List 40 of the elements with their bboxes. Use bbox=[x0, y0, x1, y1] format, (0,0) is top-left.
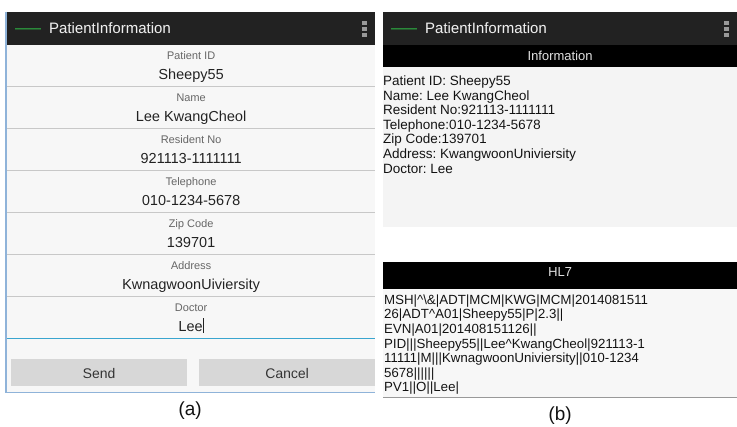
text-line: Address: KwangwoonUniviersity bbox=[383, 146, 576, 162]
action-button[interactable]: Send bbox=[11, 359, 187, 386]
text-field[interactable]: 010-1234-5678 bbox=[7, 191, 375, 213]
text-line: 26|ADT^A01|Sheepy55|P|2.3|| bbox=[384, 307, 564, 322]
text-field[interactable]: Sheepy55 bbox=[7, 65, 375, 87]
overflow-menu-icon[interactable] bbox=[362, 20, 367, 36]
action-button[interactable]: Cancel bbox=[199, 359, 375, 386]
text-line: PID|||Sheepy55||Lee^KwangCheol|921113-1 bbox=[384, 336, 645, 352]
field-label: Doctor bbox=[174, 301, 208, 316]
overflow-menu-icon[interactable] bbox=[724, 20, 729, 36]
field-label: Name bbox=[176, 91, 206, 106]
window-title: PatientInformation bbox=[49, 20, 172, 37]
field-label: Patient ID bbox=[166, 49, 216, 64]
text-field[interactable]: Lee bbox=[7, 317, 375, 339]
text-line: Doctor: Lee bbox=[383, 162, 453, 176]
text-line: 5678|||||| bbox=[384, 366, 434, 380]
window-title: PatientInformation bbox=[425, 20, 548, 37]
figure-caption: (b) bbox=[548, 404, 572, 426]
section-header: HL7 bbox=[383, 262, 737, 289]
field-label: Resident No bbox=[160, 133, 222, 148]
field-label: Address bbox=[170, 259, 212, 274]
text-line: Name: Lee KwangCheol bbox=[383, 88, 530, 104]
text-field[interactable]: 921113-1111111 bbox=[7, 149, 375, 171]
section-header: Information bbox=[383, 45, 737, 67]
text-line: Resident No:921113-1111111 bbox=[383, 103, 556, 118]
text-field[interactable]: Lee KwangCheol bbox=[7, 107, 375, 129]
figure-caption: (a) bbox=[178, 399, 202, 421]
text-line: Telephone:010-1234-5678 bbox=[383, 118, 541, 132]
text-line: Patient ID: Sheepy55 bbox=[383, 74, 511, 89]
app-logo-icon bbox=[391, 27, 417, 30]
text-line: EVN|A01|201408151126|| bbox=[384, 322, 537, 337]
app-logo-icon bbox=[15, 27, 41, 30]
text-field[interactable]: 139701 bbox=[7, 233, 375, 255]
field-label: Zip Code bbox=[168, 217, 214, 232]
text-field[interactable]: KwnagwoonUiviersity bbox=[7, 275, 375, 297]
field-label: Telephone bbox=[166, 175, 216, 190]
text-line: MSH|^\&|ADT|MCM|KWG|MCM|2014081511 bbox=[384, 292, 648, 308]
text-line: Zip Code:139701 bbox=[383, 132, 487, 147]
text-line: PV1||O||Lee| bbox=[384, 380, 459, 395]
text-line: 11111|M|||KwnagwoonUniviersity||010-1234 bbox=[384, 351, 639, 366]
